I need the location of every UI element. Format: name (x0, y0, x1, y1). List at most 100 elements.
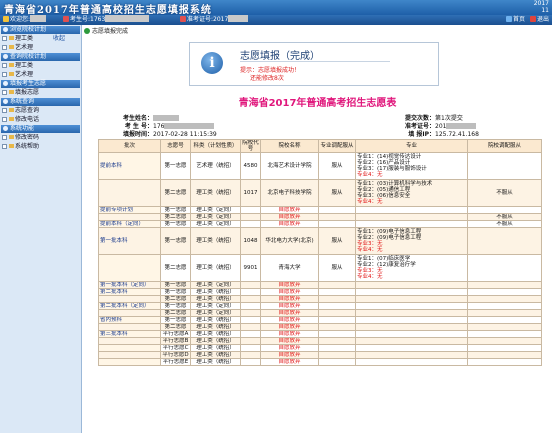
cell-vol: 第二志愿 (160, 213, 191, 221)
cell-cat: 艺术理（统招） (190, 152, 241, 180)
expand-icon[interactable] (2, 90, 7, 95)
cell-cat: 理工类（统招） (190, 344, 241, 352)
cell-obey (318, 302, 356, 310)
cell-code (240, 206, 261, 214)
cell-batch: 第一批本科（定向） (98, 281, 161, 289)
cell-vol: 第一志愿 (160, 227, 191, 255)
expand-icon[interactable] (2, 72, 7, 77)
table-row: 平行志愿B 理工类（统招） 自愿放弃 (98, 337, 542, 345)
cell-sobey (467, 281, 542, 289)
cell-school: 自愿放弃 (260, 281, 319, 289)
table-row: 第二志愿 理工类（统招） 自愿放弃 (98, 323, 542, 331)
cell-cat: 理工类（统招） (190, 323, 241, 331)
cell-code: 9901 (240, 254, 261, 282)
folder-icon (9, 117, 14, 121)
folder-icon (9, 63, 14, 67)
exit-label[interactable]: 退出 (537, 16, 549, 23)
sidebar-item-query-volunteer[interactable]: 志愿查询 (1, 106, 80, 115)
home-label[interactable]: 首页 (513, 16, 525, 23)
cell-majors (355, 220, 468, 228)
collapse-icon[interactable] (3, 54, 8, 59)
result-dialog: i 志愿填报（完成） 提示：志愿填报成功！ 还能修改8次 (189, 42, 439, 86)
column-header: 院校调配服从 (467, 139, 542, 153)
cell-obey (318, 281, 356, 289)
cell-batch (98, 213, 161, 221)
collapse-icon[interactable] (3, 81, 8, 86)
id-icon (63, 16, 69, 22)
cell-majors (355, 344, 468, 352)
collapse-icon[interactable] (3, 27, 8, 32)
cell-school: 自愿放弃 (260, 213, 319, 221)
student-info-right: 提交次数：第1次提交 准考证号：201 填 报IP：125.72.41.168 (405, 115, 479, 139)
cell-majors (355, 351, 468, 359)
sidebar-item-label: 修改密码 (15, 134, 40, 141)
cell-majors (355, 295, 468, 303)
table-row: 提前本科 第一志愿 艺术理（统招） 4580 北海艺术设计学院 服从 专业1：(14)视觉传… (98, 152, 542, 180)
nav-group-query-plan: 查询院校计划 理工类 艺术理 (1, 53, 80, 79)
nav-group-header[interactable]: 系统查询 (1, 98, 80, 106)
sidebar-item-query-art[interactable]: 艺术理 (1, 70, 80, 79)
sidebar-item-fill[interactable]: 填报志愿 (1, 88, 80, 97)
nav-group-title: 查询院校计划 (10, 53, 47, 60)
cell-cat: 理工类（统招） (190, 316, 241, 324)
home-link[interactable]: 首页 (506, 15, 525, 25)
table-row: 第二志愿 理工类（定向） 自愿放弃 不服从 (98, 213, 542, 221)
cell-vol: 第一志愿 (160, 152, 191, 180)
app-header: 青海省2017年普通高校招生志愿填报系统 2017 11 (0, 0, 552, 16)
cell-batch (98, 309, 161, 317)
name-label: 考生姓名： (122, 115, 153, 122)
column-header: 院校名称 (260, 139, 319, 153)
cell-batch (98, 351, 161, 359)
cell-sobey (467, 316, 542, 324)
cell-code (240, 288, 261, 296)
exit-link[interactable]: 退出 (530, 15, 549, 25)
nav-group-title: 系统查询 (10, 98, 35, 105)
nav-group-header[interactable]: 浏览院校计划 收起 (1, 26, 80, 42)
student-info-left: 考生姓名： 考 生 号：176 填报时间：2017-02-28 11:15:39 (120, 115, 217, 139)
redacted-name (153, 115, 179, 121)
sidebar-item-browse-art[interactable]: 艺术理 (1, 43, 80, 52)
cell-school: 自愿放弃 (260, 295, 319, 303)
nav-group-header[interactable]: 系统功能 (1, 125, 80, 133)
sidebar-item-label: 修改电话 (15, 116, 40, 123)
cell-majors: 专业1：(03)计算机科学与技术 专业2：(05)通信工程 专业3：(06)信息安全… (355, 179, 468, 207)
sidebar-item-browse-science[interactable]: 理工类 (1, 34, 80, 43)
cell-majors (355, 288, 468, 296)
expand-icon[interactable] (2, 36, 7, 41)
expand-icon[interactable] (2, 45, 7, 50)
cell-vol: 第二志愿 (160, 295, 191, 303)
expand-icon[interactable] (2, 135, 7, 140)
cell-vol: 平行志愿E (160, 358, 191, 366)
expand-icon[interactable] (2, 108, 7, 113)
table-row: 第二志愿 理工类（统招） 自愿放弃 (98, 295, 542, 303)
cell-vol: 平行志愿A (160, 330, 191, 338)
tip-remaining: 还能修改8次 (250, 75, 284, 82)
sidebar-item-change-phone[interactable]: 修改电话 (1, 115, 80, 124)
cell-vol: 第一志愿 (160, 302, 191, 310)
header-date: 2017 11 (534, 0, 549, 14)
cell-obey: 服从 (318, 227, 356, 255)
sidebar-item-change-password[interactable]: 修改密码 (1, 133, 80, 142)
cell-cat: 理工类（定向） (190, 309, 241, 317)
nav-group-header[interactable]: 查询院校计划 (1, 53, 80, 61)
cell-school: 青海大学 (260, 254, 319, 282)
expand-icon[interactable] (2, 117, 7, 122)
cell-obey (318, 330, 356, 338)
expand-icon[interactable] (2, 63, 7, 68)
cell-code (240, 213, 261, 221)
cell-school: 自愿放弃 (260, 323, 319, 331)
expand-icon[interactable] (2, 144, 7, 149)
cell-majors (355, 323, 468, 331)
cell-batch (98, 179, 161, 207)
nav-group-header[interactable]: 填报考生志愿 (1, 80, 80, 88)
cell-cat: 理工类（定向） (190, 220, 241, 228)
collapse-icon[interactable] (3, 99, 8, 104)
cell-obey (318, 358, 356, 366)
sidebar-item-help[interactable]: 系统帮助 (1, 142, 80, 151)
collapse-icon[interactable] (3, 126, 8, 131)
cell-obey (318, 220, 356, 228)
table-row: 省内预科 第一志愿 理工类（统招） 自愿放弃 (98, 316, 542, 324)
sidebar-item-query-science[interactable]: 理工类 (1, 61, 80, 70)
cell-code (240, 295, 261, 303)
cell-school: 自愿放弃 (260, 206, 319, 214)
